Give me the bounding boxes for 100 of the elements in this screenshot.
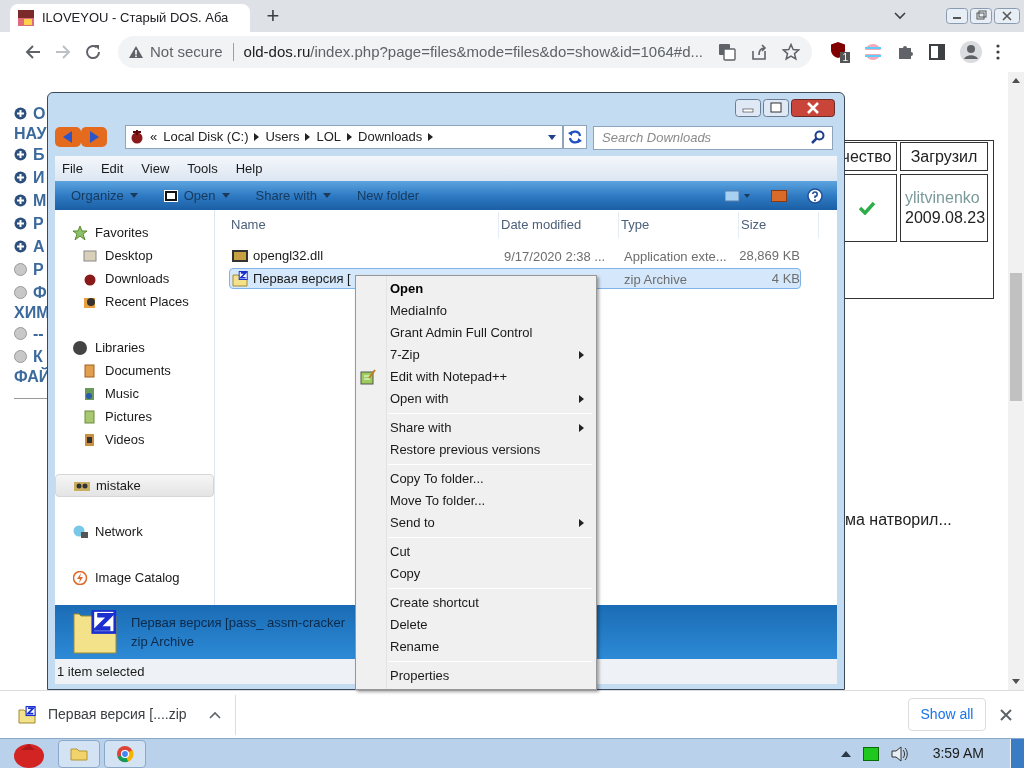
column-header[interactable]: Type [619, 212, 739, 238]
maximize-icon[interactable] [763, 99, 789, 117]
nav-item[interactable]: Music [55, 382, 214, 405]
menu-item[interactable]: Create shortcut [356, 592, 596, 614]
show-desktop-button[interactable] [1010, 738, 1024, 768]
menu-item[interactable]: Delete [356, 614, 596, 636]
menu-item[interactable]: Edit with Notepad++ [356, 366, 596, 388]
nav-item[interactable]: Libraries [55, 336, 214, 359]
view-icon[interactable] [725, 188, 751, 203]
caret-down-icon [221, 193, 230, 198]
search-field[interactable]: Search Downloads [593, 125, 833, 150]
nav-item[interactable]: Pictures [55, 405, 214, 428]
close-icon[interactable] [791, 99, 835, 117]
nav-link[interactable]: Р [33, 260, 44, 279]
side-panel-icon[interactable] [928, 43, 946, 61]
menu-item[interactable]: Open [356, 278, 596, 300]
dropdown-icon[interactable] [548, 134, 556, 140]
menu-item[interactable]: Copy [356, 563, 596, 585]
menu-item[interactable]: Share with [356, 417, 596, 439]
breadcrumb-overflow[interactable]: « [150, 127, 158, 147]
scroll-down-icon[interactable] [1012, 679, 1020, 684]
menu-item[interactable]: Rename [356, 636, 596, 658]
close-icon[interactable] [1000, 708, 1012, 721]
nav-link[interactable]: Б [33, 145, 45, 164]
menu-item[interactable]: File [62, 158, 83, 179]
menu-item[interactable]: Grant Admin Full Control [356, 322, 596, 344]
breadcrumb-item[interactable]: Local Disk (C:) [163, 127, 249, 147]
chevron-down-icon[interactable] [894, 12, 906, 20]
file-name: Первая версия [ [253, 269, 351, 288]
address-bar[interactable]: Not secure old-dos.ru/index.php?page=files&mode=files&do=show&id=1064#d... [118, 36, 812, 68]
nav-item[interactable]: Favorites [55, 221, 214, 244]
menu-item[interactable]: Tools [187, 158, 218, 179]
menu-item[interactable]: MediaInfo [356, 300, 596, 322]
network-status-icon[interactable] [862, 746, 879, 761]
menu-item[interactable]: Help [235, 158, 263, 179]
menu-item[interactable]: Move To folder... [356, 490, 596, 512]
nav-item[interactable]: Recent Places [55, 290, 214, 313]
column-header[interactable]: Size [739, 212, 819, 238]
nav-link[interactable]: О [33, 104, 46, 123]
menu-item[interactable]: Properties [356, 665, 596, 687]
nav-item[interactable]: Desktop [55, 244, 214, 267]
scrollbar[interactable] [1008, 72, 1024, 690]
tray-up-icon[interactable] [840, 750, 851, 757]
nav-link[interactable]: К [33, 347, 43, 366]
restore-icon[interactable] [970, 8, 992, 24]
menu-item[interactable]: Open with [356, 388, 596, 410]
breadcrumb-item[interactable]: LOL [316, 127, 341, 147]
scroll-up-icon[interactable] [1012, 78, 1020, 83]
nav-item[interactable]: Network [55, 520, 214, 543]
nav-item[interactable]: mistake [55, 474, 214, 497]
download-item[interactable]: Первая версия [....zip [48, 704, 187, 725]
chevron-right-icon [305, 133, 311, 141]
clock[interactable]: 3:59 AM [932, 743, 984, 764]
show-all-button[interactable]: Show all [908, 698, 986, 731]
close-icon[interactable] [994, 8, 1020, 24]
star-icon[interactable] [782, 43, 800, 61]
speaker-icon[interactable] [890, 745, 909, 762]
menu-item[interactable]: Edit [100, 158, 124, 179]
refresh-button[interactable] [563, 125, 587, 149]
share-icon[interactable] [750, 43, 768, 61]
nav-link[interactable]: М [33, 191, 47, 210]
column-header[interactable]: Name [229, 212, 499, 238]
file-row[interactable]: opengl32.dll 9/17/2020 2:38 ... Application exte... 28,869 KB [229, 245, 801, 266]
plus-circle-icon [14, 148, 27, 161]
chrome-taskbar-button[interactable] [104, 739, 146, 768]
browser-tab[interactable]: ILOVEYOU - Старый DOS. Аба [10, 4, 250, 32]
breadcrumb-item[interactable]: Downloads [358, 127, 423, 147]
help-icon[interactable] [807, 187, 823, 204]
nav-link[interactable]: И [33, 168, 45, 187]
menu-item[interactable]: Restore previous versions [356, 439, 596, 461]
back-icon[interactable] [24, 43, 42, 61]
column-header[interactable]: Date modified [499, 212, 619, 238]
nav-link[interactable]: НАУ [14, 125, 47, 143]
nav-item[interactable]: Downloads [55, 267, 214, 290]
address-bar[interactable]: « Local Disk (C:) Users LOL Downloads [125, 125, 563, 149]
nav-item[interactable]: Image Catalog [55, 566, 214, 589]
nav-link[interactable]: Р [33, 214, 44, 233]
minimize-icon[interactable] [946, 8, 968, 24]
scroll-thumb[interactable] [1010, 273, 1022, 401]
file-size: 28,869 KB [739, 246, 800, 265]
new-tab-button[interactable]: + [260, 4, 286, 28]
upload-date: 2009.08.23 [905, 208, 987, 228]
browser-icon [116, 744, 134, 763]
profile-icon[interactable] [960, 41, 982, 63]
nav-link[interactable]: Ф [33, 283, 47, 302]
menu-item[interactable]: 7-Zip [356, 344, 596, 366]
reload-icon[interactable] [84, 43, 102, 61]
menu-icon[interactable] [996, 44, 1000, 60]
caret-up-icon[interactable] [208, 710, 221, 719]
breadcrumb-item[interactable]: Users [265, 127, 300, 147]
puzzle-icon[interactable] [896, 43, 914, 61]
menu-item[interactable]: Copy To folder... [356, 468, 596, 490]
nav-item[interactable]: Videos [55, 428, 214, 451]
nav-link[interactable]: А [33, 237, 45, 256]
menu-item[interactable]: Send to [356, 512, 596, 534]
menu-item[interactable]: View [141, 158, 170, 179]
menu-item[interactable]: Cut [356, 541, 596, 563]
minimize-icon[interactable] [735, 99, 761, 117]
nav-link[interactable]: -- [33, 324, 44, 343]
nav-item[interactable]: Documents [55, 359, 214, 382]
